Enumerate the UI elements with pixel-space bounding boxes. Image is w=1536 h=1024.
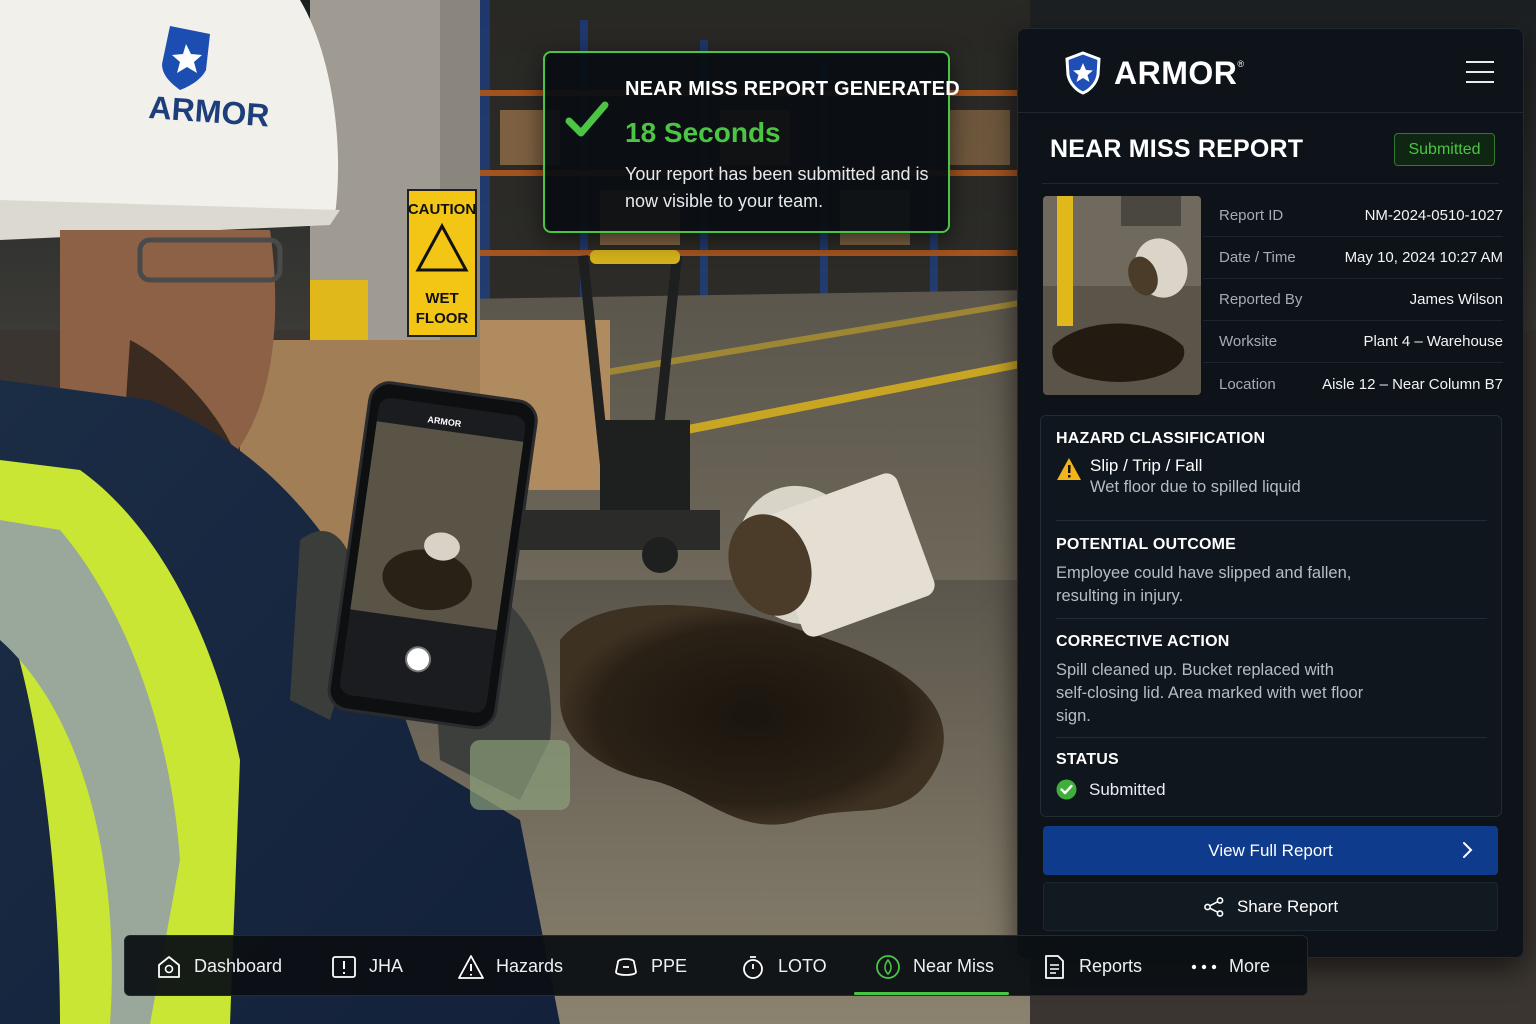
meta-row-reported-by: Reported By James Wilson [1203,279,1503,321]
report-generated-toast: NEAR MISS REPORT GENERATED 18 Seconds Yo… [543,51,960,233]
toast-elapsed-time: 18 Seconds [625,117,781,148]
potential-outcome-section: POTENTIAL OUTCOME Employee could have sl… [1056,536,1487,608]
meta-row-date-time: Date / Time May 10, 2024 10:27 AM [1203,237,1503,279]
nav-item-loto[interactable]: LOTO [740,936,827,997]
status-heading: STATUS [1056,751,1119,768]
registered-mark: ® [1237,59,1245,69]
toast-message: Your report has been submitted and is no… [625,164,929,211]
status-section: STATUS Submitted [1056,751,1487,800]
panel-brand: ARMOR® [1114,55,1245,91]
meta-row-worksite: Worksite Plant 4 – Warehouse [1203,321,1503,363]
report-photo-thumbnail[interactable] [1043,196,1201,395]
panel-header: ARMOR® [1018,29,1523,113]
share-report-label: Share Report [1236,896,1339,916]
action-heading: CORRECTIVE ACTION [1056,633,1230,650]
hazard-heading: HAZARD CLASSIFICATION [1056,430,1266,447]
caution-sign: CAUTION WET FLOOR [407,189,477,337]
view-full-report-label: View Full Report [1208,840,1333,860]
nav-item-dashboard[interactable]: Dashboard [156,936,282,997]
check-circle-icon [1056,779,1077,800]
jha-icon [332,955,356,978]
meta-row-report-id: Report ID NM-2024-0510-1027 [1203,195,1503,237]
report-metadata: Report ID NM-2024-0510-1027 Date / Time Ma… [1203,195,1503,405]
hazard-detail: Wet floor due to spilled liquid [1090,478,1301,496]
report-details-card: HAZARD CLASSIFICATION Slip / Trip / Fall… [1040,415,1502,817]
bottom-navigation: Dashboard JHA Hazards PPE LOTO Near Miss… [124,935,1308,996]
toast-title: NEAR MISS REPORT GENERATED [625,78,960,100]
hazard-type: Slip / Trip / Fall [1090,456,1203,475]
caution-sign-line2: FLOOR [416,310,469,327]
checkmark-icon [565,101,609,137]
status-value: Submitted [1089,779,1166,799]
warning-triangle-icon [1057,458,1081,480]
dashboard-icon [158,955,180,978]
ppe-icon [615,957,637,976]
nav-item-ppe[interactable]: PPE [613,936,687,997]
meta-row-location: Location Aisle 12 – Near Column B7 [1219,375,1503,393]
status-badge: Submitted [1394,133,1495,166]
more-dots-icon [1191,964,1217,969]
lock-timer-icon [743,955,763,979]
armor-shield-logo-icon [1065,51,1101,95]
nav-active-indicator [854,992,1009,995]
caution-sign-header: CAUTION [408,201,476,218]
nav-item-near-miss[interactable]: Near Miss [875,936,994,997]
near-miss-report-panel: ARMOR® NEAR MISS REPORT Submitted Report… [1017,28,1524,958]
report-document-icon [1045,954,1064,979]
near-miss-icon [876,954,900,979]
divider [1056,618,1487,619]
hazard-classification-section: HAZARD CLASSIFICATION Slip / Trip / Fall… [1056,430,1487,497]
share-icon [1204,896,1224,917]
outcome-text: Employee could have slipped and fallen, … [1056,564,1352,605]
nav-item-jha[interactable]: JHA [331,936,403,997]
chevron-right-icon [1463,842,1473,858]
nav-item-more[interactable]: More [1191,936,1270,997]
action-text: Spill cleaned up. Bucket replaced with s… [1056,661,1364,725]
outcome-heading: POTENTIAL OUTCOME [1056,536,1236,553]
divider [1056,520,1487,521]
hamburger-menu-icon[interactable] [1466,61,1494,83]
caution-sign-line1: WET [425,290,458,307]
view-full-report-button[interactable]: View Full Report [1043,826,1498,875]
hazard-triangle-icon [458,954,484,979]
divider [1042,183,1499,184]
page-title: NEAR MISS REPORT [1050,135,1304,163]
share-report-button[interactable]: Share Report [1043,882,1498,931]
divider [1056,737,1487,738]
nav-item-reports[interactable]: Reports [1041,936,1142,997]
corrective-action-section: CORRECTIVE ACTION Spill cleaned up. Buck… [1056,633,1487,728]
nav-item-hazards[interactable]: Hazards [458,936,563,997]
